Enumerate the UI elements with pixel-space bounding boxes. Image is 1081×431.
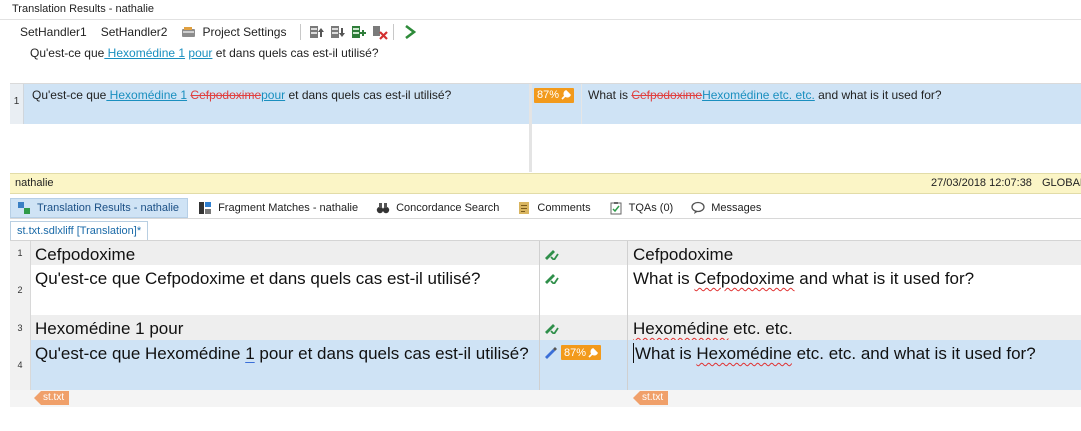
- segment-target[interactable]: What is Cefpodoxime and what is it used …: [628, 265, 1081, 315]
- segment-row-4[interactable]: 4 Qu'est-ce que Hexomédine 1 pour et dan…: [10, 340, 1081, 390]
- match-percentage-badge: 87%: [561, 345, 602, 360]
- file-tag-row: st.txt st.txt: [10, 390, 1081, 407]
- segment-number: 3: [10, 315, 31, 340]
- match-percentage-badge: 87%: [534, 87, 575, 103]
- translation-results-icon: [17, 201, 31, 215]
- spellcheck-word: Hexomédine: [633, 319, 729, 338]
- play-arrow-icon[interactable]: [402, 24, 418, 40]
- segment-target-active[interactable]: What is Hexomédine etc. etc. and what is…: [628, 340, 1081, 390]
- set-handler1-button[interactable]: SetHandler1: [20, 25, 87, 39]
- preview-link-pour[interactable]: pour: [188, 46, 212, 60]
- toolbar: SetHandler1 SetHandler2 Project Settings: [0, 21, 1081, 43]
- spellcheck-word: Cefpodoxime: [694, 269, 795, 288]
- segment-target[interactable]: Hexomédine etc. etc.: [628, 315, 1081, 340]
- fragment-matches-icon: [198, 201, 212, 215]
- tm-info-bar: nathalie 27/03/2018 12:07:38 GLOBAL: [10, 173, 1081, 194]
- source-file-tag: st.txt: [34, 391, 70, 405]
- compare-source-link-hexomedine: Hexomédine 1: [106, 88, 188, 102]
- toolbar-separator: [300, 24, 302, 40]
- spellcheck-word: Hexomédine: [696, 344, 792, 363]
- tab-messages[interactable]: Messages: [685, 198, 769, 218]
- compare-target-inserted: Hexomédine etc. etc.: [702, 88, 815, 102]
- results-tabs: Translation Results - nathalie Fragment …: [10, 197, 1081, 219]
- segment-row-1[interactable]: 1 Cefpodoxime Cefpodoxime: [10, 241, 1081, 265]
- tm-user: nathalie: [15, 177, 54, 189]
- confirmed-pen-icon: [545, 324, 559, 334]
- tab-translation-results[interactable]: Translation Results - nathalie: [10, 197, 189, 218]
- segment-target[interactable]: Cefpodoxime: [628, 241, 1081, 265]
- segment-source: Qu'est-ce que Cefpodoxime et dans quels …: [35, 269, 481, 288]
- target-file-tag: st.txt: [633, 391, 669, 405]
- source-preview: Qu'est-ce que Hexomédine 1 pour et dans …: [0, 43, 1081, 79]
- draft-pen-icon: [545, 347, 557, 359]
- segment-status: [540, 265, 622, 315]
- segment-source: Hexomédine 1 pour: [35, 319, 184, 338]
- tab-tqas[interactable]: TQAs (0): [603, 198, 682, 218]
- text-cursor: [633, 343, 634, 363]
- grid-add-icon[interactable]: [351, 24, 367, 40]
- compare-source[interactable]: Qu'est-ce que Hexomédine 1 Cefpodoximepo…: [24, 84, 529, 124]
- segment-row-3[interactable]: 3 Hexomédine 1 pour Hexomédine etc. etc.: [10, 315, 1081, 340]
- set-handler2-button[interactable]: SetHandler2: [101, 25, 168, 39]
- segment-number: 4: [10, 340, 31, 390]
- tm-timestamp: 27/03/2018 12:07:38: [931, 177, 1032, 189]
- document-tab[interactable]: st.txt.sdlxliff [Translation]*: [10, 221, 149, 240]
- editor-grid: 1 Cefpodoxime Cefpodoxime 2 Qu'est-ce qu…: [10, 240, 1081, 431]
- segment-status: [540, 315, 622, 340]
- segment-row-2[interactable]: 2 Qu'est-ce que Cefpodoxime et dans quel…: [10, 265, 1081, 315]
- segment-source: Qu'est-ce que Hexomédine 1 pour et dans …: [35, 344, 529, 363]
- compare-target[interactable]: What is CefpodoximeHexomédine etc. etc. …: [581, 84, 1081, 124]
- segment-status: [540, 241, 622, 265]
- grid-up-icon[interactable]: [309, 24, 325, 40]
- grid-down-icon[interactable]: [330, 24, 346, 40]
- tab-fragment-matches[interactable]: Fragment Matches - nathalie: [192, 198, 366, 218]
- compare-target-deleted: Cefpodoxime: [631, 88, 703, 102]
- tag-placeholder: 1: [245, 344, 255, 363]
- segment-number: 1: [10, 241, 31, 265]
- preview-text: Qu'est-ce que: [30, 46, 105, 60]
- compare-source-link-pour: pour: [261, 88, 286, 102]
- segment-status: 87%: [540, 340, 622, 390]
- toolbar-separator: [393, 24, 395, 40]
- wrench-icon: [588, 347, 598, 358]
- message-bubble-icon: [691, 201, 705, 215]
- preview-text-end: et dans quels cas est-il utilisé?: [212, 46, 379, 60]
- clipboard-check-icon: [609, 201, 623, 215]
- tab-comments[interactable]: Comments: [511, 198, 598, 218]
- segment-source: Cefpodoxime: [35, 245, 136, 264]
- match-comparison-pane: 1 Qu'est-ce que Hexomédine 1 Cefpodoxime…: [10, 83, 1081, 172]
- binoculars-icon: [376, 201, 390, 215]
- wrench-icon: [561, 90, 571, 100]
- confirmed-pen-icon: [545, 274, 559, 284]
- compare-source-deleted: Cefpodoxime: [190, 88, 262, 102]
- tm-scope: GLOBAL: [1042, 177, 1081, 189]
- preview-link-hexomedine[interactable]: Hexomédine 1: [104, 46, 185, 60]
- window-title: Translation Results - nathalie: [0, 0, 1081, 20]
- compare-row-number: 1: [10, 84, 24, 124]
- compare-match-cell: 87%: [532, 84, 581, 124]
- delete-entry-icon[interactable]: [372, 24, 389, 40]
- confirmed-pen-icon: [545, 250, 559, 260]
- project-settings-icon: [181, 24, 197, 40]
- segment-number: 2: [10, 265, 31, 315]
- project-settings-button[interactable]: Project Settings: [202, 25, 286, 39]
- comments-icon: [517, 201, 531, 215]
- tab-concordance-search[interactable]: Concordance Search: [370, 198, 507, 218]
